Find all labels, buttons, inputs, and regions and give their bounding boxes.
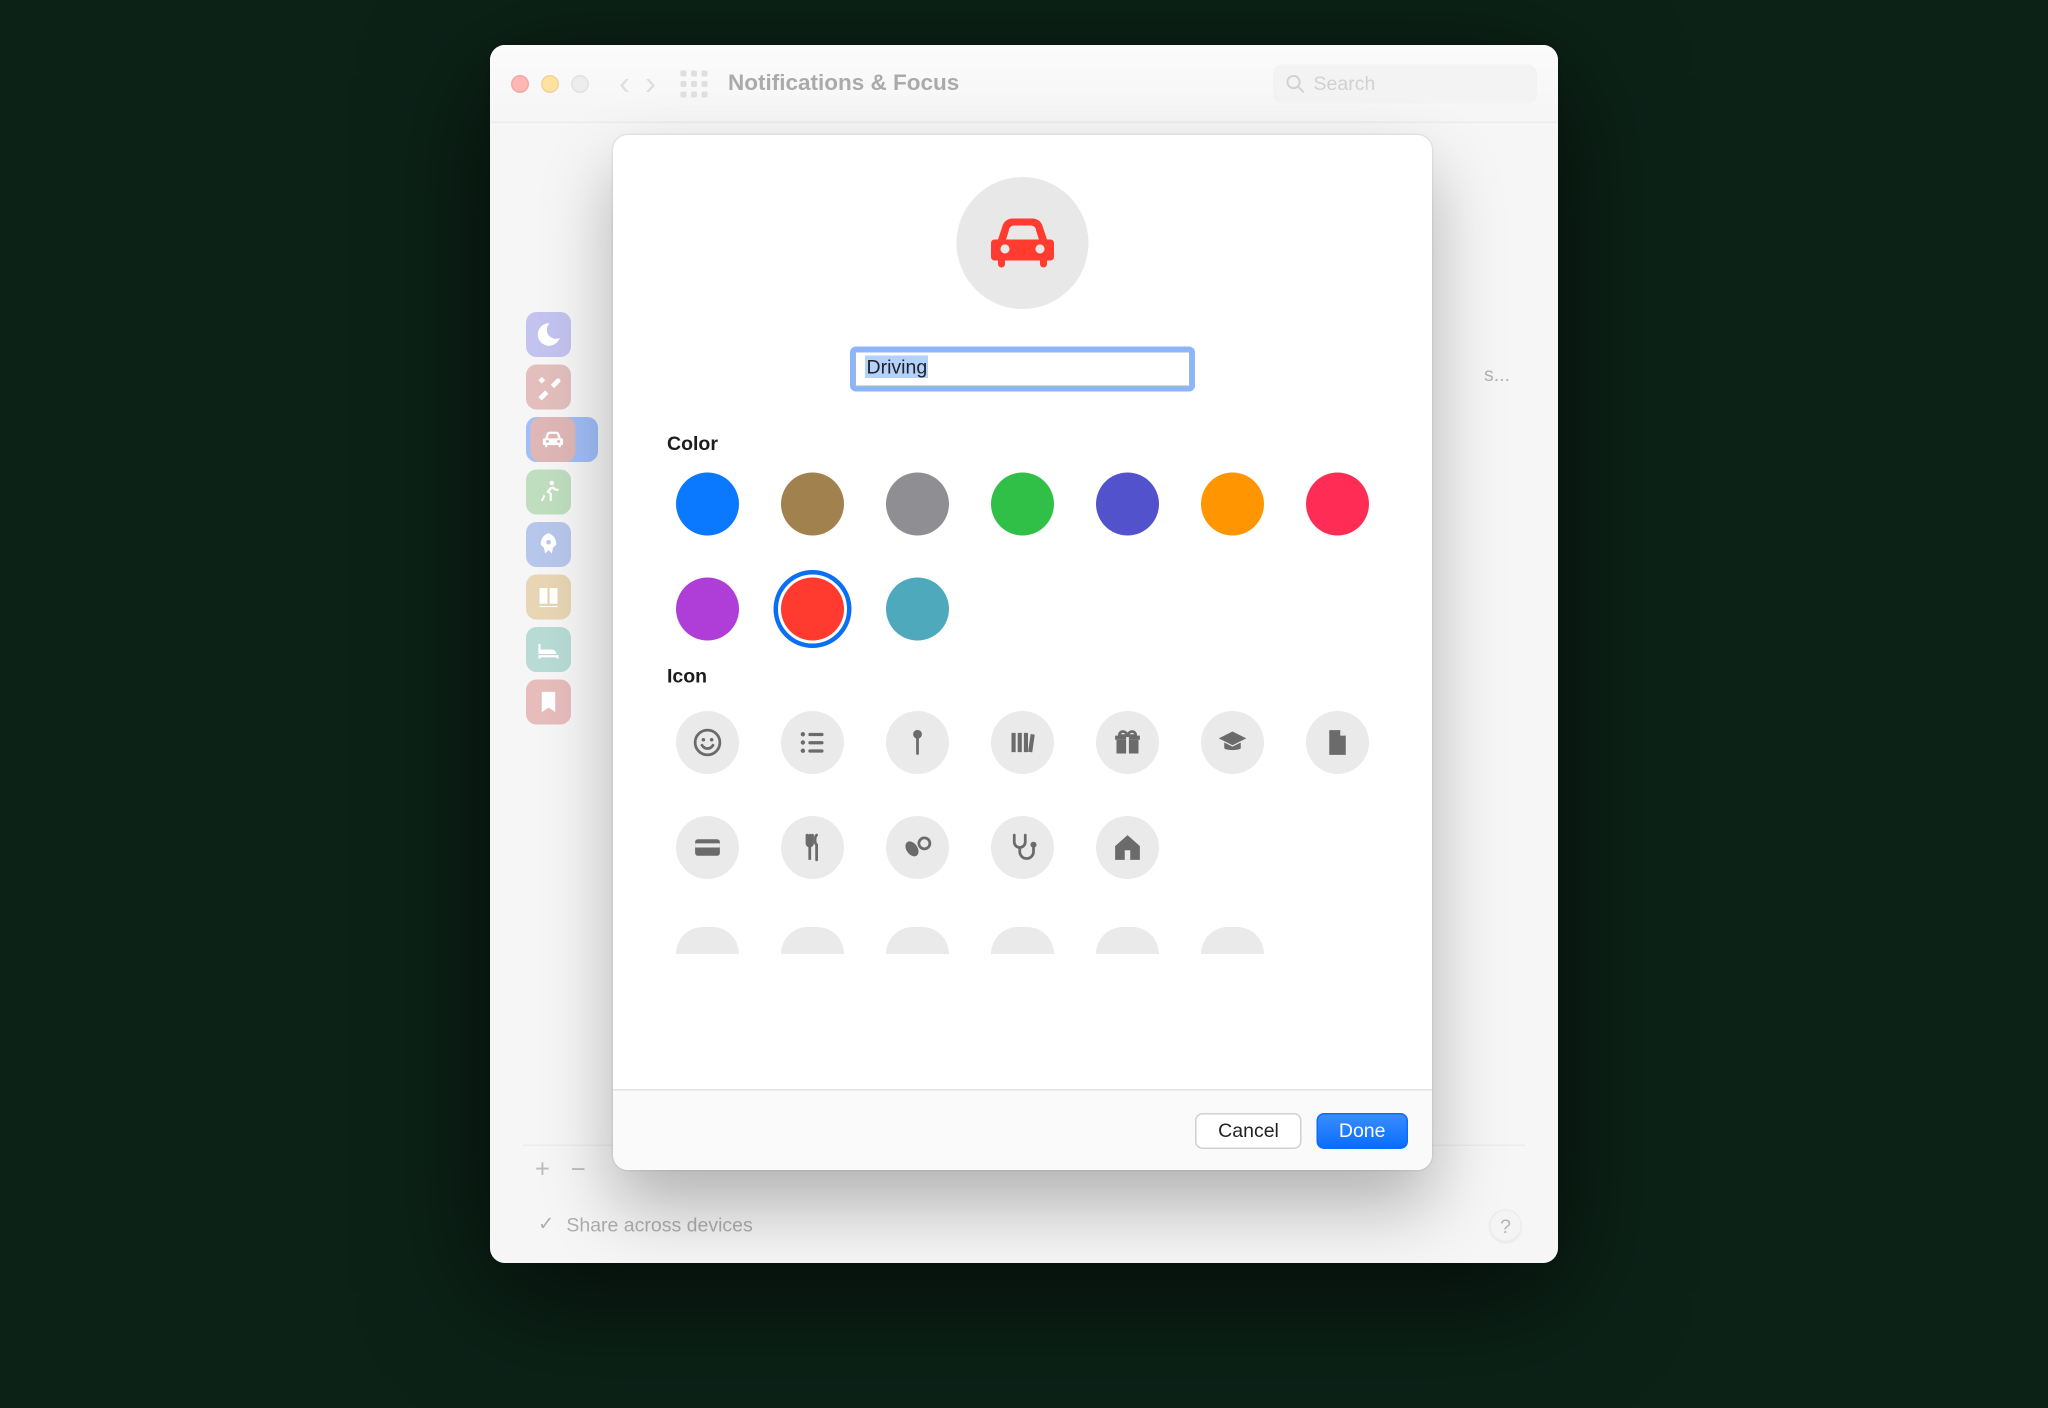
- icon-clipped-1[interactable]: [676, 927, 739, 954]
- done-button[interactable]: Done: [1316, 1112, 1408, 1148]
- color-teal[interactable]: [886, 578, 949, 641]
- icon-graduation[interactable]: [1201, 711, 1264, 774]
- color-orange[interactable]: [1201, 473, 1264, 536]
- icon-fork[interactable]: [781, 816, 844, 879]
- icon-clipped-6[interactable]: [1201, 927, 1264, 954]
- hero-icon-circle: [957, 177, 1089, 309]
- icon-section-label: Icon: [667, 665, 1381, 688]
- color-section-label: Color: [667, 432, 1381, 455]
- icon-house[interactable]: [1096, 816, 1159, 879]
- icon-list[interactable]: [781, 711, 844, 774]
- icon-document[interactable]: [1306, 711, 1369, 774]
- car-hero-icon: [981, 201, 1065, 285]
- sheet-footer: Cancel Done: [613, 1089, 1432, 1170]
- color-pink[interactable]: [1306, 473, 1369, 536]
- icon-books[interactable]: [991, 711, 1054, 774]
- edit-focus-sheet: Driving Color Icon: [613, 135, 1432, 1170]
- icon-grid-row3: [664, 921, 1381, 954]
- icon-pin[interactable]: [886, 711, 949, 774]
- color-purple[interactable]: [676, 578, 739, 641]
- icon-gift[interactable]: [1096, 711, 1159, 774]
- icon-clipped-5[interactable]: [1096, 927, 1159, 954]
- color-swatches: [664, 473, 1381, 641]
- focus-name-input[interactable]: Driving: [855, 351, 1191, 387]
- icon-grid: [664, 705, 1381, 879]
- icon-stethoscope[interactable]: [991, 816, 1054, 879]
- preferences-window: ‹ › Notifications & Focus Search: [490, 45, 1558, 1263]
- icon-pills[interactable]: [886, 816, 949, 879]
- cancel-button[interactable]: Cancel: [1196, 1112, 1302, 1148]
- icon-clipped-4[interactable]: [991, 927, 1054, 954]
- color-green[interactable]: [991, 473, 1054, 536]
- color-gray[interactable]: [886, 473, 949, 536]
- color-blue[interactable]: [676, 473, 739, 536]
- icon-card[interactable]: [676, 816, 739, 879]
- icon-smiley[interactable]: [676, 711, 739, 774]
- color-brown[interactable]: [781, 473, 844, 536]
- color-red[interactable]: [781, 578, 844, 641]
- focus-name-value: Driving: [865, 356, 929, 379]
- color-indigo[interactable]: [1096, 473, 1159, 536]
- icon-clipped-2[interactable]: [781, 927, 844, 954]
- icon-clipped-3[interactable]: [886, 927, 949, 954]
